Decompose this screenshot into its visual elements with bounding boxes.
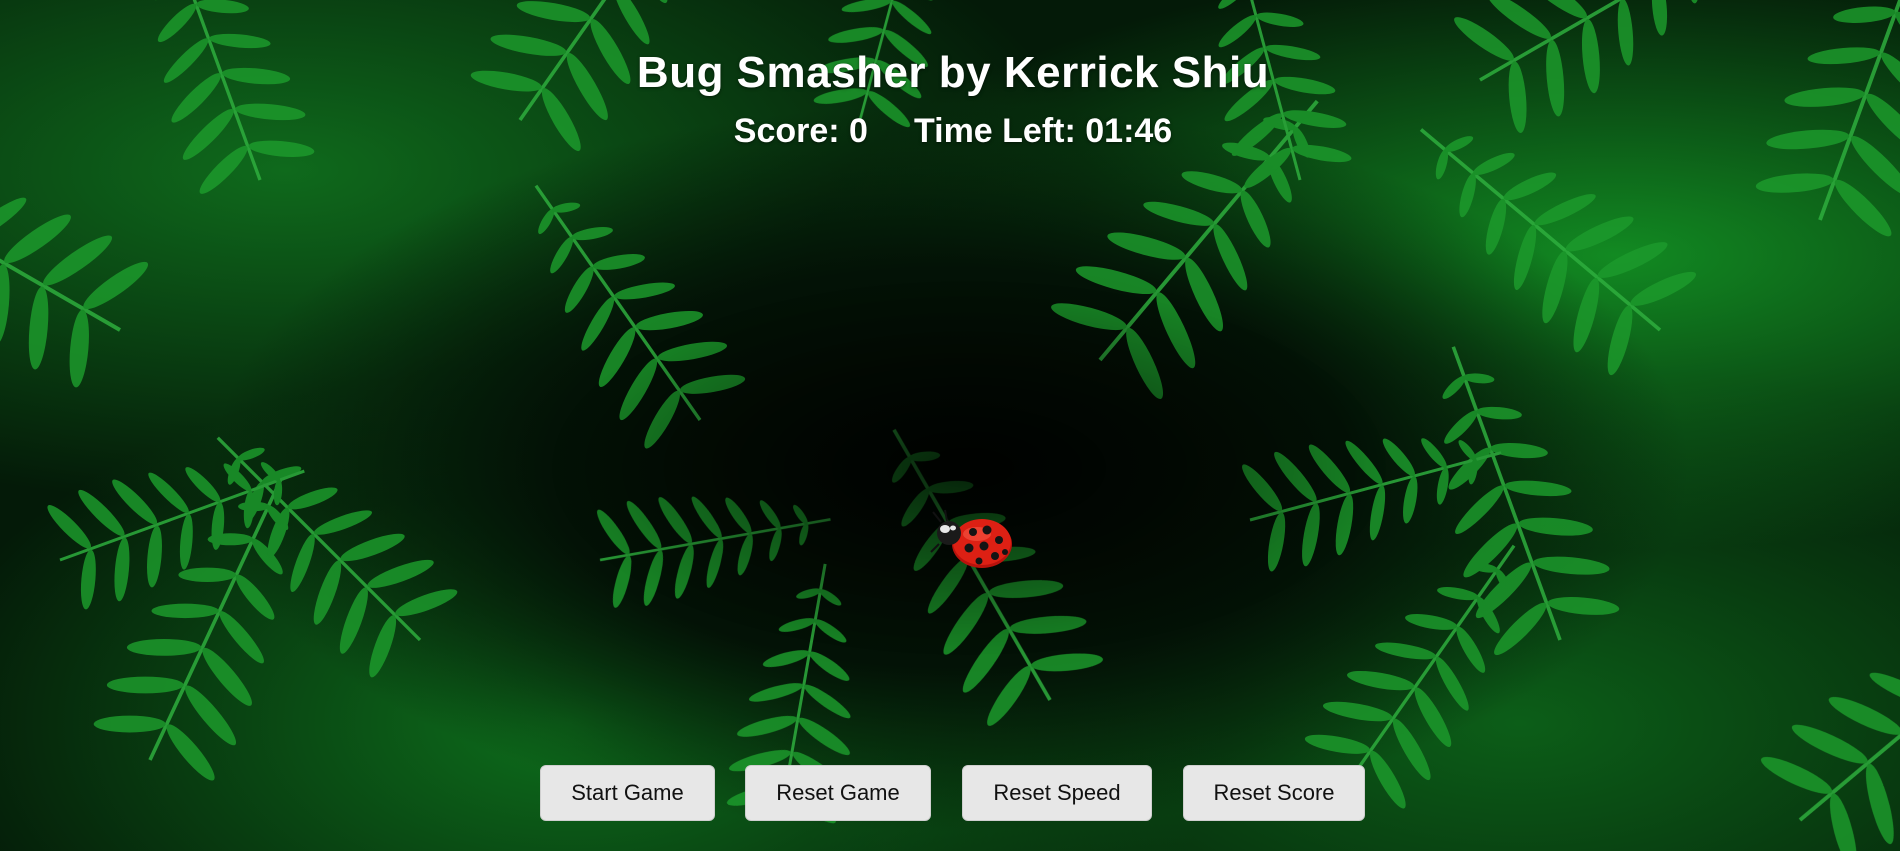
start-game-button[interactable]: Start Game (540, 765, 715, 821)
game-stats: Score: 0 Time Left: 01:46 (0, 112, 1900, 151)
score-display: Score: 0 (733, 112, 868, 150)
game-canvas[interactable]: Bug Smasher by Kerrick Shiu Score: 0 Time… (0, 0, 1900, 851)
game-title: Bug Smasher by Kerrick Shiu (636, 48, 1270, 97)
ladybug-icon[interactable] (927, 500, 1023, 580)
time-left-display: Time Left: 01:46 (913, 112, 1173, 150)
reset-speed-button[interactable]: Reset Speed (962, 765, 1152, 821)
reset-game-button[interactable]: Reset Game (745, 765, 931, 821)
reset-score-button[interactable]: Reset Score (1183, 765, 1365, 821)
control-buttons: Start Game Reset Game Reset Speed Reset … (0, 765, 1900, 821)
